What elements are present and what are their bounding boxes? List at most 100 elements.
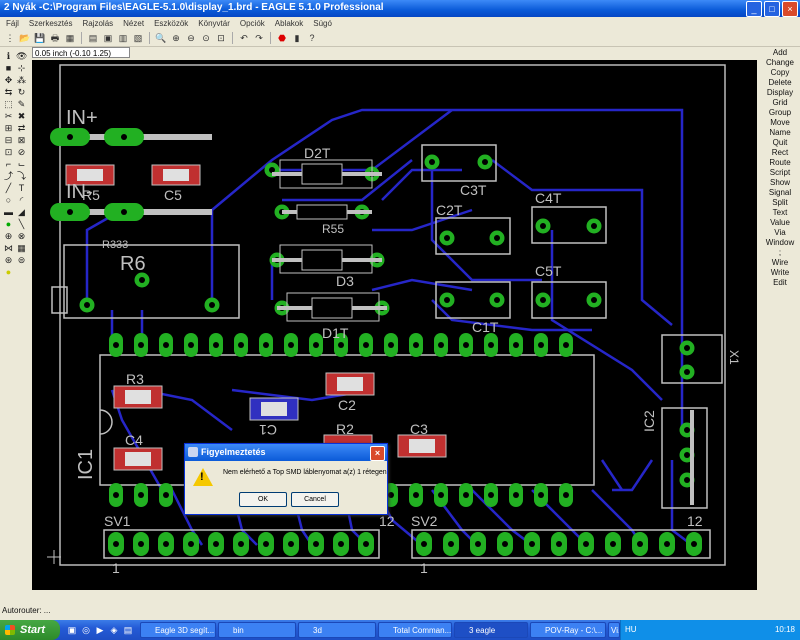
display-icon[interactable]: ■ <box>3 63 14 74</box>
language-indicator[interactable]: HU <box>625 620 637 640</box>
change-icon[interactable]: ✎ <box>16 99 27 110</box>
menu-draw[interactable]: Rajzolás <box>82 17 113 30</box>
attribute-icon[interactable]: ⊗ <box>16 231 27 242</box>
menu-file[interactable]: Fájl <box>6 17 19 30</box>
ripup-icon[interactable]: ⤵ <box>16 171 27 182</box>
board-icon[interactable]: ▣ <box>102 32 114 44</box>
warning-icon[interactable]: ● <box>3 267 14 278</box>
cmd-delete[interactable]: Delete <box>760 78 800 88</box>
smash-icon[interactable]: ⊘ <box>16 147 27 158</box>
mirror-icon[interactable]: ⇆ <box>3 87 14 98</box>
cmd-script[interactable]: Script <box>760 168 800 178</box>
cmd-group[interactable]: Group <box>760 108 800 118</box>
redraw-icon[interactable]: ⊙ <box>200 32 212 44</box>
quicklaunch-icon[interactable]: ◈ <box>108 624 120 636</box>
cmd-move[interactable]: Move <box>760 118 800 128</box>
zoom-in-icon[interactable]: ⊕ <box>170 32 182 44</box>
browser-icon[interactable]: ◎ <box>80 624 92 636</box>
circle-icon[interactable]: ○ <box>3 195 14 206</box>
delete-icon[interactable]: ✖ <box>16 111 27 122</box>
menu-options[interactable]: Opciók <box>240 17 265 30</box>
cmd-window[interactable]: Window <box>760 238 800 248</box>
undo-icon[interactable]: ↶ <box>238 32 250 44</box>
wire-icon[interactable]: ╱ <box>3 183 14 194</box>
cmd-quit[interactable]: Quit <box>760 138 800 148</box>
go-icon[interactable]: ▮ <box>291 32 303 44</box>
zoom-out-icon[interactable]: ⊖ <box>185 32 197 44</box>
close-icon[interactable]: × <box>370 446 385 461</box>
replace-icon[interactable]: ⇄ <box>16 123 27 134</box>
menu-tools[interactable]: Eszközök <box>154 17 188 30</box>
cmd-grid[interactable]: Grid <box>760 98 800 108</box>
ok-button[interactable]: OK <box>239 492 287 507</box>
stop-icon[interactable]: ⬣ <box>276 32 288 44</box>
cmd-name[interactable]: Name <box>760 128 800 138</box>
cmd-show[interactable]: Show <box>760 178 800 188</box>
cmd-rect[interactable]: Rect <box>760 148 800 158</box>
move-icon[interactable]: ✥ <box>3 75 14 86</box>
task-eagle3d[interactable]: Eagle 3D segít... <box>140 622 216 638</box>
print-icon[interactable]: 🖶 <box>49 32 61 44</box>
via-icon[interactable]: ● <box>3 219 14 230</box>
cmd-display[interactable]: Display <box>760 88 800 98</box>
ratsnest-icon[interactable]: ⋈ <box>3 243 14 254</box>
cam-icon[interactable]: ▦ <box>64 32 76 44</box>
signal-icon[interactable]: ╲ <box>16 219 27 230</box>
save-icon[interactable]: 💾 <box>34 32 46 44</box>
menu-window[interactable]: Ablakok <box>275 17 303 30</box>
menu-view[interactable]: Nézet <box>123 17 144 30</box>
cmd-value[interactable]: Value <box>760 218 800 228</box>
zoom-fit-icon[interactable]: 🔍 <box>155 32 167 44</box>
info-icon[interactable]: ℹ <box>3 51 14 62</box>
show-icon[interactable]: 👁 <box>16 51 27 62</box>
help-icon[interactable]: ? <box>306 32 318 44</box>
task-3d[interactable]: 3d <box>298 622 376 638</box>
text-icon[interactable]: T <box>16 183 27 194</box>
desktop-icon[interactable]: ▣ <box>66 624 78 636</box>
copy-icon[interactable]: ⁂ <box>16 75 27 86</box>
optimize-icon[interactable]: ⌙ <box>16 159 27 170</box>
mark-icon[interactable]: ⊹ <box>16 63 27 74</box>
lock-icon[interactable]: ⊟ <box>3 135 14 146</box>
task-bin[interactable]: bin <box>218 622 296 638</box>
cmd-add[interactable]: Add <box>760 48 800 58</box>
drc-icon[interactable]: ⊜ <box>16 255 27 266</box>
cmd-semicolon[interactable]: ; <box>760 248 800 258</box>
task-other[interactable]: Vi... <box>608 622 620 638</box>
add-icon[interactable]: ⊞ <box>3 123 14 134</box>
open-icon[interactable]: 📂 <box>19 32 31 44</box>
cmd-copy[interactable]: Copy <box>760 68 800 78</box>
cancel-button[interactable]: Cancel <box>291 492 339 507</box>
close-icon[interactable]: × <box>782 1 798 17</box>
start-button[interactable]: Start <box>0 620 60 640</box>
value-icon[interactable]: ⊡ <box>3 147 14 158</box>
polygon-icon[interactable]: ◢ <box>16 207 27 218</box>
schematic-icon[interactable]: ▤ <box>87 32 99 44</box>
cmd-route[interactable]: Route <box>760 158 800 168</box>
menu-edit[interactable]: Szerkesztés <box>29 17 73 30</box>
cmd-change[interactable]: Change <box>760 58 800 68</box>
hole-icon[interactable]: ⊕ <box>3 231 14 242</box>
cmd-via[interactable]: Via <box>760 228 800 238</box>
folder-icon[interactable]: ▤ <box>122 624 134 636</box>
script-icon[interactable]: ▥ <box>117 32 129 44</box>
media-icon[interactable]: ▶ <box>94 624 106 636</box>
cmd-signal[interactable]: Signal <box>760 188 800 198</box>
board-canvas[interactable]: IN+ IN- R5 C5 R333 R6 D2T R55 D3 D1T C3T… <box>32 60 757 590</box>
menu-library[interactable]: Könyvtár <box>198 17 230 30</box>
cmd-text[interactable]: Text <box>760 208 800 218</box>
errors-icon[interactable]: ⊛ <box>3 255 14 266</box>
arc-icon[interactable]: ◜ <box>16 195 27 206</box>
task-povray[interactable]: POV-Ray - C:\... <box>530 622 606 638</box>
rect-icon[interactable]: ▬ <box>3 207 14 218</box>
autorouter-icon[interactable]: ▦ <box>16 243 27 254</box>
maximize-icon[interactable]: □ <box>764 1 780 17</box>
zoom-select-icon[interactable]: ⊡ <box>215 32 227 44</box>
task-eagle[interactable]: 3 eagle <box>454 622 528 638</box>
minimize-icon[interactable]: _ <box>746 1 762 17</box>
name-icon[interactable]: ⊠ <box>16 135 27 146</box>
task-total-commander[interactable]: Total Comman... <box>378 622 452 638</box>
route-icon[interactable]: ⤴ <box>3 171 14 182</box>
cmd-wire[interactable]: Wire <box>760 258 800 268</box>
rotate-icon[interactable]: ↻ <box>16 87 27 98</box>
